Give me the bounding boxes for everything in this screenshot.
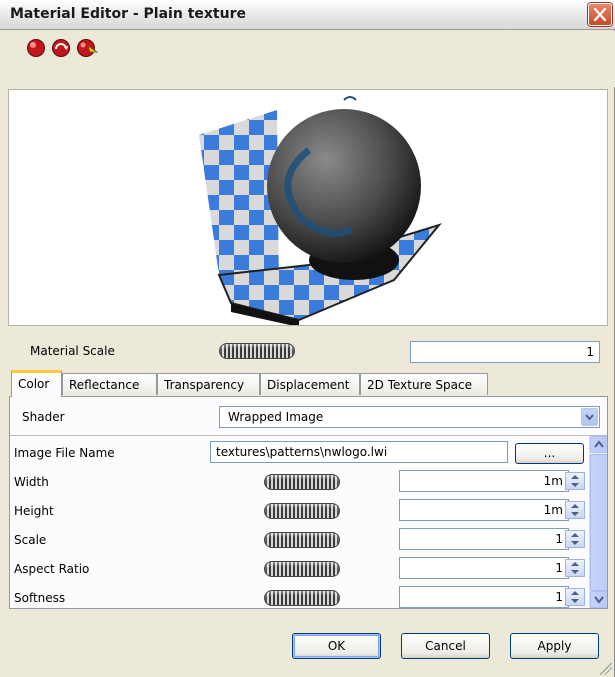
image-file-label: Image File Name xyxy=(14,446,115,460)
chevron-up-icon xyxy=(594,440,604,448)
toolbar xyxy=(0,31,615,87)
color-tab-panel: Shader Wrapped Image Image File Name tex… xyxy=(9,396,608,609)
cancel-button[interactable]: Cancel xyxy=(401,633,490,659)
ok-button[interactable]: OK xyxy=(292,633,381,659)
scroll-down-button[interactable] xyxy=(590,591,607,608)
aspect-ratio-field[interactable]: 1 xyxy=(399,557,569,579)
rotate-preview-button[interactable] xyxy=(51,38,71,58)
image-file-row: Image File Name textures\patterns\nwlogo… xyxy=(10,438,588,468)
apply-button[interactable]: Apply xyxy=(510,633,599,659)
material-scale-label: Material Scale xyxy=(30,344,115,358)
scale-label: Scale xyxy=(14,533,47,547)
softness-label: Softness xyxy=(14,591,66,605)
aspect-ratio-row: Aspect Ratio 1 xyxy=(10,554,588,584)
close-button[interactable] xyxy=(588,3,612,26)
image-file-field[interactable]: textures\patterns\nwlogo.lwi xyxy=(210,441,508,463)
scroll-up-button[interactable] xyxy=(590,436,607,453)
tab-2d-texture-space[interactable]: 2D Texture Space xyxy=(360,373,488,395)
width-field[interactable]: 1m xyxy=(399,470,569,492)
shader-dropdown-button[interactable] xyxy=(581,408,598,426)
height-row: Height 1m xyxy=(10,496,588,526)
width-spinner[interactable] xyxy=(565,472,585,490)
height-dial[interactable] xyxy=(264,503,340,519)
material-scale-field[interactable]: 1 xyxy=(410,341,600,363)
height-field[interactable]: 1m xyxy=(399,499,569,521)
material-preview[interactable] xyxy=(8,89,608,326)
scale-dial[interactable] xyxy=(264,532,340,548)
shader-value: Wrapped Image xyxy=(228,410,324,424)
close-icon xyxy=(593,7,607,22)
rotate-preview-icon xyxy=(52,39,70,57)
material-editor-window: Material Editor - Plain texture Material… xyxy=(0,0,615,677)
width-dial[interactable] xyxy=(264,474,340,490)
material-scale-row: Material Scale 1 xyxy=(8,336,608,366)
aspect-ratio-spinner[interactable] xyxy=(565,559,585,577)
window-title: Material Editor - Plain texture xyxy=(10,6,246,22)
material-scale-dial[interactable] xyxy=(219,343,295,359)
scale-spinner[interactable] xyxy=(565,530,585,548)
light-preview-icon xyxy=(77,39,99,57)
width-row: Width 1m xyxy=(10,467,588,497)
scroll-thumb[interactable] xyxy=(590,454,607,591)
shader-select[interactable]: Wrapped Image xyxy=(219,406,600,428)
browse-button[interactable]: ... xyxy=(515,443,584,464)
softness-row: Softness 1 xyxy=(10,583,588,608)
property-grid: Image File Name textures\patterns\nwlogo… xyxy=(10,435,607,608)
sphere-material-button[interactable] xyxy=(26,38,46,58)
chevron-down-icon xyxy=(585,414,594,421)
resize-grip[interactable] xyxy=(600,663,612,675)
aspect-ratio-dial[interactable] xyxy=(264,561,340,577)
light-preview-button[interactable] xyxy=(76,38,99,58)
softness-spinner[interactable] xyxy=(565,588,585,606)
aspect-ratio-label: Aspect Ratio xyxy=(14,562,90,576)
softness-field[interactable]: 1 xyxy=(399,586,569,608)
scale-field[interactable]: 1 xyxy=(399,528,569,550)
height-label: Height xyxy=(14,504,54,518)
title-bar[interactable]: Material Editor - Plain texture xyxy=(0,0,615,30)
height-spinner[interactable] xyxy=(565,501,585,519)
tab-color[interactable]: Color xyxy=(11,370,62,397)
tab-displacement[interactable]: Displacement xyxy=(260,373,360,395)
tab-transparency[interactable]: Transparency xyxy=(157,373,260,395)
property-scrollbar[interactable] xyxy=(589,436,607,608)
preview-sphere-scene xyxy=(199,96,442,325)
softness-dial[interactable] xyxy=(264,590,340,606)
shader-label: Shader xyxy=(22,410,65,424)
scale-row: Scale 1 xyxy=(10,525,588,555)
sphere-material-icon xyxy=(27,39,45,57)
tab-reflectance[interactable]: Reflectance xyxy=(62,373,157,395)
chevron-down-icon xyxy=(594,596,604,604)
width-label: Width xyxy=(14,475,49,489)
